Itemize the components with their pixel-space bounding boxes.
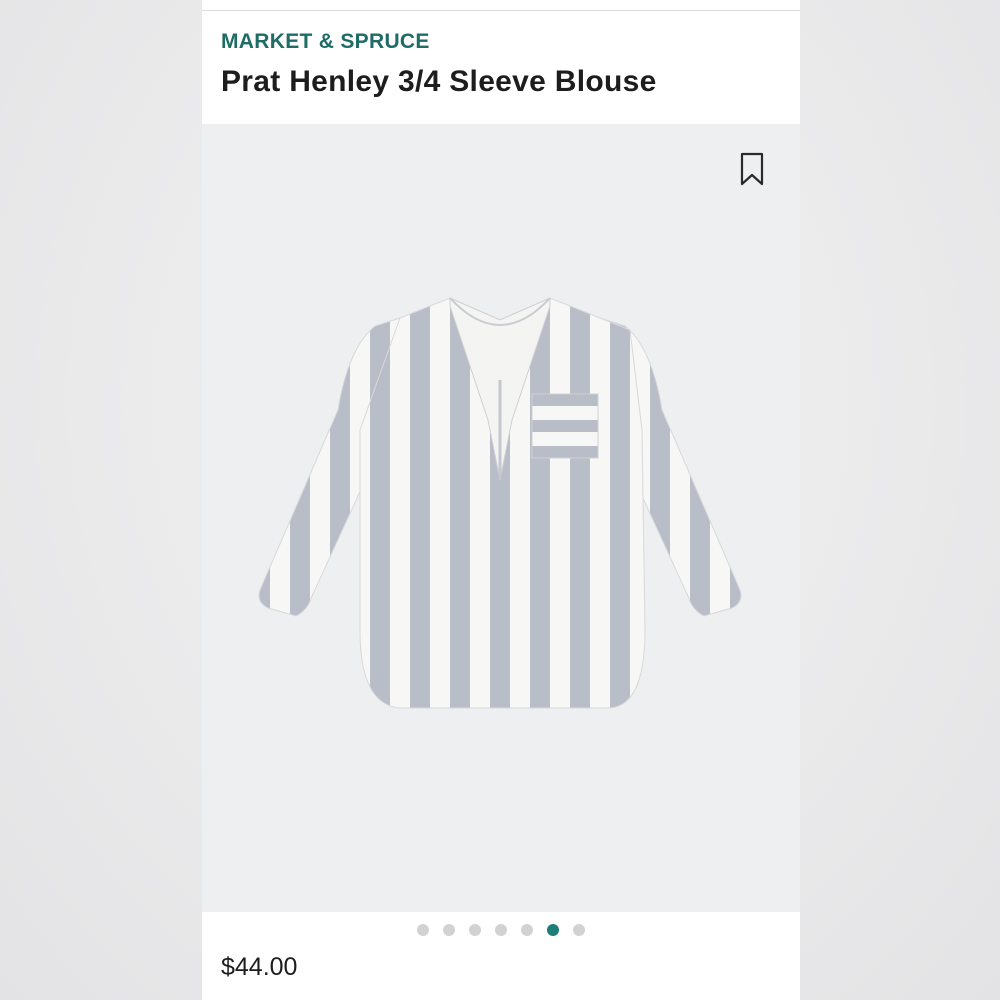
carousel-pagination [202, 924, 800, 938]
carousel-dot[interactable] [469, 924, 481, 936]
carousel-dot[interactable] [443, 924, 455, 936]
bookmark-icon[interactable] [738, 151, 766, 187]
brand-name[interactable]: MARKET & SPRUCE [221, 30, 430, 54]
product-photo-blouse [258, 297, 742, 709]
carousel-dot[interactable] [573, 924, 585, 936]
product-card: MARKET & SPRUCE Prat Henley 3/4 Sleeve B… [202, 0, 800, 1000]
carousel-dot[interactable] [495, 924, 507, 936]
product-price: $44.00 [221, 953, 298, 981]
product-image-carousel[interactable] [202, 124, 800, 912]
carousel-dot-active[interactable] [547, 924, 559, 936]
divider [202, 10, 800, 11]
carousel-dot[interactable] [417, 924, 429, 936]
carousel-dot[interactable] [521, 924, 533, 936]
product-title: Prat Henley 3/4 Sleeve Blouse [221, 65, 657, 98]
